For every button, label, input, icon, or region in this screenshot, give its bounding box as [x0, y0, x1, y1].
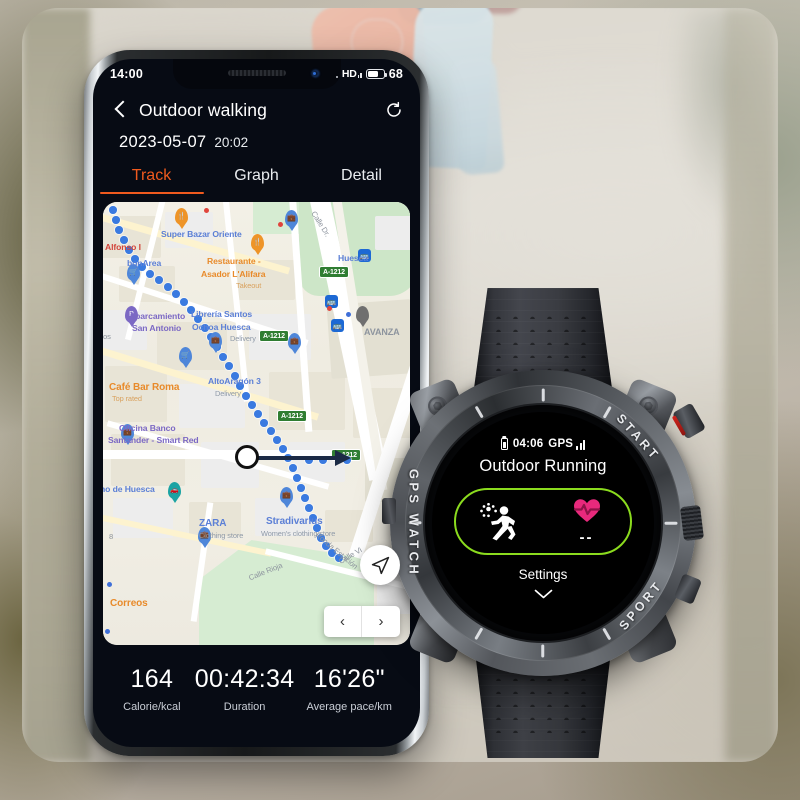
watch-case: GPS WATCH START SPORT 04:06 GPS Outdoor …	[390, 370, 696, 676]
network-type-icon: HD	[342, 68, 362, 80]
refresh-icon[interactable]	[384, 100, 404, 120]
stat-calories: 164 Calorie/kcal	[109, 665, 195, 713]
tab-detail[interactable]: Detail	[309, 161, 414, 194]
record-date: 2023-05-07	[119, 133, 207, 151]
watch-metric-card[interactable]: --	[454, 488, 632, 555]
watch-button-left[interactable]	[382, 498, 396, 524]
chevron-left-icon[interactable]	[109, 99, 131, 121]
battery-icon	[365, 68, 387, 80]
watch-activity-title: Outdoor Running	[479, 457, 607, 475]
tab-track[interactable]: Track	[99, 161, 204, 194]
watch-button-start[interactable]	[671, 402, 707, 440]
stat-value: 00:42:34	[194, 665, 295, 693]
watch-settings-label[interactable]: Settings	[519, 567, 568, 582]
stat-duration: 00:42:34 Duration	[195, 665, 295, 713]
watch-crown[interactable]	[680, 504, 704, 542]
bezel-text-gps-watch: GPS WATCH	[406, 468, 422, 578]
chevron-down-icon[interactable]	[534, 586, 553, 604]
heart-rate-value: --	[579, 529, 594, 546]
map-next-button[interactable]: ›	[362, 606, 400, 637]
stat-label: Duration	[223, 701, 266, 713]
app-header: Outdoor walking	[93, 89, 420, 125]
record-time: 20:02	[214, 135, 249, 150]
battery-icon	[500, 438, 508, 450]
watch-activity-half[interactable]	[456, 502, 543, 541]
page-title: Outdoor walking	[139, 99, 267, 120]
tab-bar: Track Graph Detail	[93, 161, 420, 194]
signal-bars-icon	[576, 440, 586, 450]
map-pager[interactable]: ‹ ›	[324, 606, 400, 637]
watch-screen[interactable]: 04:06 GPS Outdoor Running -- Settings	[432, 412, 654, 634]
watch-status-bar: 04:06 GPS	[500, 438, 586, 450]
signal-bars-icon	[357, 70, 362, 78]
direction-arrow-icon	[245, 450, 351, 466]
gps-indicator: GPS	[548, 438, 586, 450]
smartwatch-device: GPS WATCH START SPORT 04:06 GPS Outdoor …	[380, 288, 707, 758]
status-time: 14:00	[110, 67, 143, 81]
route-shield: A-1212	[259, 330, 289, 342]
current-position-marker	[235, 445, 259, 469]
stat-label: Calorie/kcal	[123, 701, 181, 713]
map-prev-button[interactable]: ‹	[324, 606, 362, 637]
record-datetime: 2023-05-07 20:02	[93, 125, 420, 152]
route-shield: A-1212	[319, 266, 349, 278]
status-bar: 14:00 HD 68	[93, 59, 420, 89]
running-person-icon	[478, 502, 522, 541]
gps-label: GPS	[548, 438, 574, 450]
network-label: HD	[341, 68, 357, 80]
watch-heartrate-half[interactable]: --	[543, 498, 630, 545]
workout-stats: 164 Calorie/kcal 00:42:34 Duration 16'26…	[93, 645, 420, 713]
heart-rate-icon	[573, 498, 601, 528]
phone-screen: 14:00 HD 68 Outdoor walking 2023-05-07 2…	[93, 59, 420, 747]
watch-time: 04:06	[512, 438, 544, 450]
battery-level: 68	[388, 67, 403, 81]
route-map[interactable]: A-1212 A-1212 A-1212 A-1212 🍴 💼 🍴 🛒 P 💼 …	[103, 202, 410, 645]
navigation-arrow-icon[interactable]	[360, 545, 400, 585]
phone-device: 14:00 HD 68 Outdoor walking 2023-05-07 2…	[84, 50, 429, 756]
stat-value: 164	[130, 665, 174, 693]
tab-graph[interactable]: Graph	[204, 161, 309, 194]
signal-dot-icon	[335, 76, 338, 78]
route-shield: A-1212	[277, 410, 307, 422]
status-indicators: HD 68	[335, 67, 403, 81]
